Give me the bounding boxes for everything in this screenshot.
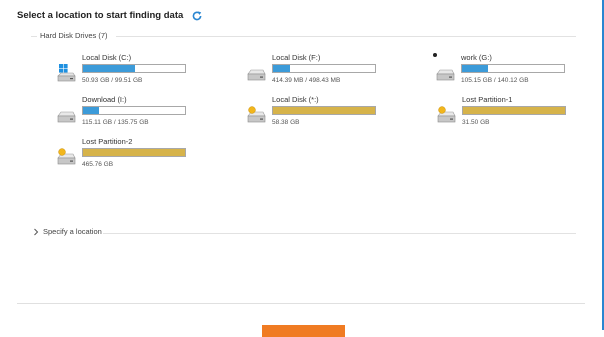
drive-item-unassigned[interactable]: Local Disk (*:) 58.38 GB bbox=[246, 95, 394, 133]
drive-item-g[interactable]: work (G:) 105.15 GB / 140.12 GB bbox=[429, 51, 573, 89]
drive-name: Lost Partition-2 bbox=[82, 137, 133, 146]
drive-size: 414.39 MB / 498.43 MB bbox=[272, 77, 341, 84]
drive-usage-fill bbox=[273, 65, 291, 72]
drive-name: Lost Partition-1 bbox=[462, 95, 513, 104]
drive-item-f[interactable]: Local Disk (F:) 414.39 MB / 498.43 MB bbox=[246, 53, 394, 91]
page-header: Select a location to start finding data bbox=[17, 9, 203, 21]
drive-item-lost-partition-2[interactable]: Lost Partition-2 465.76 GB bbox=[56, 137, 204, 175]
drive-usage-bar bbox=[272, 64, 376, 73]
section-divider-left bbox=[31, 36, 37, 37]
drive-name: work (G:) bbox=[461, 53, 492, 62]
hard-drive-icon bbox=[246, 63, 266, 83]
page-title: Select a location to start finding data bbox=[17, 9, 184, 21]
lost-partition-icon bbox=[436, 105, 456, 125]
drive-usage-fill bbox=[83, 149, 185, 156]
selected-indicator bbox=[433, 53, 437, 57]
drive-size: 50.93 GB / 99.51 GB bbox=[82, 77, 143, 84]
drive-usage-fill bbox=[462, 65, 488, 72]
lost-partition-icon bbox=[56, 147, 76, 167]
drive-name: Local Disk (C:) bbox=[82, 53, 132, 62]
drive-name: Download (I:) bbox=[82, 95, 127, 104]
hard-drive-icon bbox=[56, 105, 76, 125]
lost-partition-icon bbox=[246, 105, 266, 125]
scan-button[interactable] bbox=[262, 325, 345, 337]
specify-divider bbox=[103, 233, 576, 234]
drive-size: 115.11 GB / 135.75 GB bbox=[82, 119, 149, 126]
windows-drive-icon bbox=[56, 63, 76, 83]
drive-size: 105.15 GB / 140.12 GB bbox=[461, 77, 529, 84]
drive-usage-bar bbox=[272, 106, 376, 115]
drive-usage-bar bbox=[462, 106, 566, 115]
drive-size: 58.38 GB bbox=[272, 119, 300, 126]
drive-usage-bar bbox=[82, 148, 186, 157]
drive-usage-bar bbox=[82, 64, 186, 73]
drive-item-c[interactable]: Local Disk (C:) 50.93 GB / 99.51 GB bbox=[56, 53, 204, 91]
drive-item-lost-partition-1[interactable]: Lost Partition-1 31.50 GB bbox=[436, 95, 584, 133]
drive-usage-fill bbox=[463, 107, 565, 114]
drive-usage-bar bbox=[461, 64, 565, 73]
drive-size: 465.76 GB bbox=[82, 161, 114, 168]
drive-usage-bar bbox=[82, 106, 186, 115]
drive-item-i[interactable]: Download (I:) 115.11 GB / 135.75 GB bbox=[56, 95, 204, 133]
drive-name: Local Disk (F:) bbox=[272, 53, 321, 62]
specify-location-toggle[interactable]: Specify a location bbox=[33, 227, 102, 236]
drive-name: Local Disk (*:) bbox=[272, 95, 319, 104]
specify-location-label: Specify a location bbox=[43, 227, 102, 236]
hard-disk-drives-label: Hard Disk Drives (7) bbox=[40, 31, 108, 40]
drive-usage-fill bbox=[83, 107, 99, 114]
footer-divider bbox=[17, 303, 585, 304]
section-divider bbox=[116, 36, 576, 37]
refresh-icon[interactable] bbox=[191, 9, 203, 21]
drive-usage-fill bbox=[273, 107, 375, 114]
hard-drive-icon bbox=[435, 63, 455, 83]
chevron-right-icon bbox=[33, 228, 39, 236]
drive-size: 31.50 GB bbox=[462, 119, 490, 126]
drive-usage-fill bbox=[83, 65, 136, 72]
